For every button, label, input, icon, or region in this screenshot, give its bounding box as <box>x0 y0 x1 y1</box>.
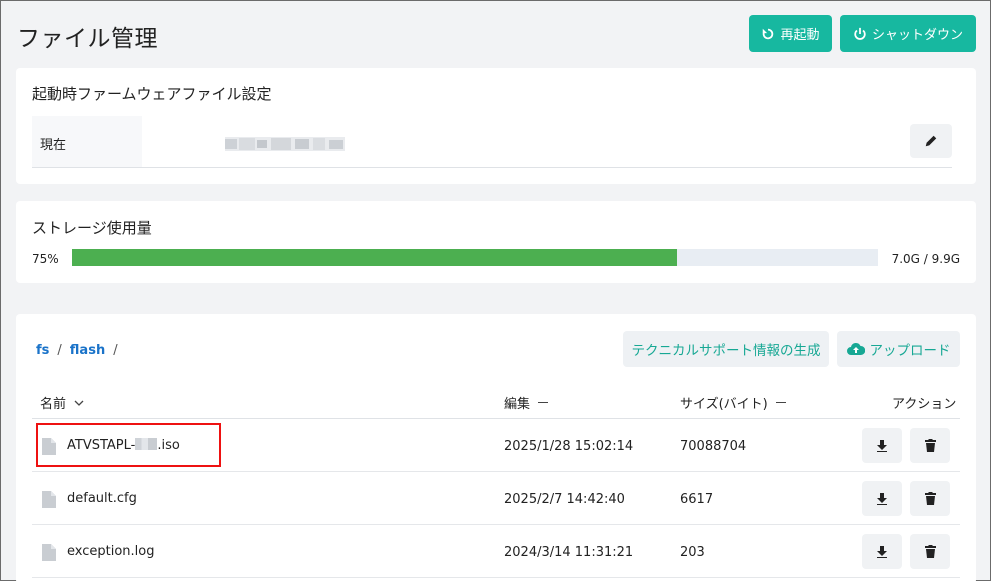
tech-support-label: テクニカルサポート情報の生成 <box>631 343 821 359</box>
firmware-card: 起動時ファームウェアファイル設定 現在 <box>16 68 976 184</box>
column-header-size[interactable]: サイズ(バイト) <box>680 393 786 412</box>
storage-card: ストレージ使用量 75% 7.0G / 9.9G <box>16 201 976 283</box>
current-label: 現在 <box>40 138 67 153</box>
trash-icon <box>924 439 936 452</box>
power-icon <box>854 27 866 40</box>
file-icon <box>42 544 56 561</box>
file-size: 6617 <box>680 492 714 507</box>
file-name[interactable]: default.cfg <box>67 491 137 506</box>
file-list-card: fs / flash / テクニカルサポート情報の生成 アップロード 名前 編集… <box>16 314 976 581</box>
shutdown-label: シャットダウン <box>871 28 963 43</box>
breadcrumb-flash[interactable]: flash <box>70 343 105 358</box>
delete-button[interactable] <box>910 534 950 569</box>
trash-icon <box>924 545 936 558</box>
storage-progress-track <box>72 249 878 266</box>
edit-firmware-button[interactable] <box>910 124 952 158</box>
sort-neutral-icon <box>538 402 549 403</box>
header-bar: ファイル管理 再起動 シャットダウン <box>1 1 990 65</box>
cloud-upload-icon <box>846 342 865 355</box>
pencil-icon <box>925 135 937 147</box>
storage-progress-fill <box>72 249 677 266</box>
delete-button[interactable] <box>910 428 950 463</box>
sort-neutral-icon <box>775 402 786 403</box>
breadcrumb: fs / flash / <box>36 343 118 358</box>
file-date: 2025/1/28 15:02:14 <box>504 439 634 454</box>
trash-icon <box>924 492 936 505</box>
breadcrumb-separator: / <box>57 343 62 358</box>
upload-button[interactable]: アップロード <box>837 331 960 367</box>
storage-title: ストレージ使用量 <box>32 219 152 237</box>
column-header-name[interactable]: 名前 <box>40 393 84 412</box>
download-icon <box>877 545 887 558</box>
download-button[interactable] <box>862 534 902 569</box>
breadcrumb-fs[interactable]: fs <box>36 343 49 358</box>
chevron-down-icon <box>74 400 84 406</box>
page-title: ファイル管理 <box>17 26 158 52</box>
highlight-annotation <box>36 423 221 467</box>
file-name[interactable]: exception.log <box>67 544 154 559</box>
column-modified-label: 編集 <box>504 397 531 412</box>
tech-support-button[interactable]: テクニカルサポート情報の生成 <box>623 331 829 367</box>
file-size: 203 <box>680 545 705 560</box>
table-row: exception.log 2024/3/14 11:31:21 203 <box>32 525 960 578</box>
breadcrumb-separator: / <box>113 343 118 358</box>
download-button[interactable] <box>862 428 902 463</box>
restart-label: 再起動 <box>780 28 820 43</box>
file-date: 2024/3/14 11:31:21 <box>504 545 634 560</box>
current-label-cell: 現在 <box>32 116 142 167</box>
column-actions-label: アクション <box>892 397 957 412</box>
current-firmware-value-redacted <box>225 136 345 151</box>
storage-usage: 7.0G / 9.9G <box>891 252 960 266</box>
upload-label: アップロード <box>869 343 951 359</box>
column-header-modified[interactable]: 編集 <box>504 393 549 412</box>
file-size: 70088704 <box>680 439 747 454</box>
firmware-title: 起動時ファームウェアファイル設定 <box>32 85 272 103</box>
download-button[interactable] <box>862 481 902 516</box>
current-firmware-row: 現在 <box>32 116 952 168</box>
download-icon <box>877 439 887 452</box>
file-icon <box>42 491 56 508</box>
restart-icon <box>763 28 774 39</box>
shutdown-button[interactable]: シャットダウン <box>840 15 976 52</box>
column-size-label: サイズ(バイト) <box>680 397 768 412</box>
column-header-actions: アクション <box>892 393 956 412</box>
file-date: 2025/2/7 14:42:40 <box>504 492 625 507</box>
restart-button[interactable]: 再起動 <box>749 15 832 52</box>
column-name-label: 名前 <box>40 397 67 412</box>
delete-button[interactable] <box>910 481 950 516</box>
download-icon <box>877 492 887 505</box>
table-row: default.cfg 2025/2/7 14:42:40 6617 <box>32 472 960 525</box>
storage-percent: 75% <box>32 252 59 266</box>
